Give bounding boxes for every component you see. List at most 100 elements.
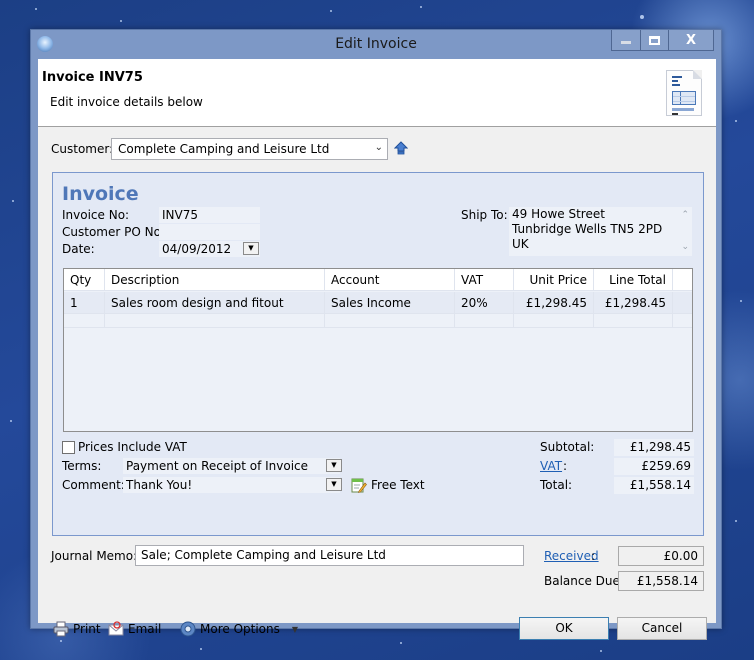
star	[420, 6, 422, 8]
title-bar[interactable]: Edit Invoice X	[31, 30, 721, 59]
invoice-heading: Invoice	[62, 183, 139, 205]
grid-header-row: Qty Description Account VAT Unit Price L…	[64, 269, 692, 291]
edit-invoice-window: Edit Invoice X Invoice INV75 Edit invoic…	[30, 29, 722, 640]
doc-line	[672, 113, 678, 115]
page-subtitle: Edit invoice details below	[50, 95, 203, 109]
maximize-button[interactable]	[640, 30, 668, 50]
doc-line	[672, 80, 678, 82]
cell-empty[interactable]	[514, 314, 594, 327]
maximize-icon	[649, 35, 660, 45]
minimize-button[interactable]	[612, 30, 640, 50]
free-text-label: Free Text	[371, 478, 425, 492]
cancel-button[interactable]: Cancel	[617, 617, 707, 640]
column-header-qty[interactable]: Qty	[64, 269, 105, 290]
page-title: Invoice INV75	[42, 70, 143, 85]
cell-unit-price[interactable]: £1,298.45	[514, 292, 594, 313]
comment-label: Comment:	[62, 478, 125, 492]
invoice-no-field[interactable]: INV75	[159, 207, 260, 223]
ok-button[interactable]: OK	[519, 617, 609, 640]
table-row[interactable]: 1 Sales room design and fitout Sales Inc…	[64, 292, 692, 314]
received-value: £0.00	[618, 546, 704, 566]
ship-to-line: UK	[512, 237, 529, 251]
vat-link[interactable]: VAT	[540, 459, 562, 473]
prices-include-vat-checkbox[interactable]	[62, 441, 75, 454]
ship-to-label: Ship To:	[461, 208, 508, 222]
star	[120, 20, 122, 22]
comment-select[interactable]: Thank You!	[123, 477, 340, 493]
close-icon: X	[685, 32, 697, 48]
terms-label: Terms:	[62, 459, 102, 473]
star	[735, 520, 737, 522]
doc-grid	[672, 91, 696, 105]
total-value: £1,558.14	[614, 477, 694, 494]
cell-spacer	[673, 292, 692, 313]
subtotal-label: Subtotal:	[540, 440, 595, 454]
comment-dropdown-button[interactable]: ▼	[326, 478, 342, 491]
date-label: Date:	[62, 242, 95, 256]
cell-account[interactable]: Sales Income	[325, 292, 455, 313]
star	[640, 15, 644, 19]
customer-label: Customer:	[51, 142, 114, 156]
terms-dropdown-button[interactable]: ▼	[326, 459, 342, 472]
customer-po-field[interactable]	[159, 224, 260, 240]
email-button[interactable]: Email	[108, 621, 161, 637]
print-button[interactable]: Print	[53, 621, 101, 637]
ship-to-line: Tunbridge Wells TN5 2PD	[512, 222, 663, 236]
ship-to-line: 49 Howe Street	[512, 207, 605, 221]
printer-icon	[53, 621, 69, 637]
column-header-vat[interactable]: VAT	[455, 269, 514, 290]
notepad-pencil-icon	[351, 478, 367, 493]
line-items-grid: Qty Description Account VAT Unit Price L…	[63, 268, 693, 432]
date-value: 04/09/2012	[162, 242, 232, 256]
doc-line	[672, 76, 682, 78]
gear-icon	[180, 621, 196, 637]
journal-memo-input[interactable]: Sale; Complete Camping and Leisure Ltd	[135, 545, 524, 566]
up-arrow-icon[interactable]	[394, 141, 408, 155]
star	[35, 8, 37, 10]
comment-value: Thank You!	[126, 478, 193, 492]
doc-line	[672, 108, 694, 111]
more-options-button[interactable]: More Options ▼	[180, 621, 298, 637]
free-text-button[interactable]: Free Text	[351, 477, 425, 493]
column-header-account[interactable]: Account	[325, 269, 455, 290]
window-controls: X	[611, 30, 714, 51]
customer-po-label: Customer PO No:	[62, 225, 165, 239]
invoice-panel: Invoice Invoice No: INV75 Customer PO No…	[52, 172, 704, 536]
star	[735, 120, 737, 122]
cell-vat[interactable]: 20%	[455, 292, 514, 313]
scroll-down-icon[interactable]: ⌄	[681, 240, 689, 255]
terms-select[interactable]: Payment on Receipt of Invoice	[123, 458, 340, 474]
column-header-unit-price[interactable]: Unit Price	[514, 269, 594, 290]
cell-empty[interactable]	[64, 314, 105, 327]
cell-empty[interactable]	[594, 314, 673, 327]
cell-description[interactable]: Sales room design and fitout	[105, 292, 325, 313]
scroll-up-icon[interactable]: ⌃	[681, 208, 689, 223]
invoice-no-label: Invoice No:	[62, 208, 130, 222]
close-button[interactable]: X	[668, 30, 713, 50]
minimize-icon	[621, 41, 631, 44]
print-label: Print	[73, 622, 101, 636]
column-header-line-total[interactable]: Line Total	[594, 269, 673, 290]
doc-line	[672, 84, 680, 86]
table-row-empty[interactable]	[64, 314, 692, 328]
ship-to-textarea[interactable]: 49 Howe Street Tunbridge Wells TN5 2PD U…	[509, 207, 692, 256]
cell-spacer	[673, 314, 692, 327]
invoice-document-icon	[666, 70, 702, 116]
dropdown-arrow-icon: ▼	[331, 480, 337, 488]
prices-include-vat-label[interactable]: Prices Include VAT	[78, 440, 187, 454]
total-label: Total:	[540, 478, 573, 492]
customer-value: Complete Camping and Leisure Ltd	[118, 142, 330, 156]
email-envelope-icon	[108, 621, 124, 636]
star	[400, 642, 402, 644]
customer-select[interactable]: Complete Camping and Leisure Ltd ⌄	[111, 138, 388, 160]
star	[60, 640, 62, 642]
cell-empty[interactable]	[105, 314, 325, 327]
cell-empty[interactable]	[325, 314, 455, 327]
cell-qty[interactable]: 1	[64, 292, 105, 313]
balance-due-value: £1,558.14	[618, 571, 704, 591]
column-header-description[interactable]: Description	[105, 269, 325, 290]
cell-line-total[interactable]: £1,298.45	[594, 292, 673, 313]
column-header-spacer	[673, 269, 692, 290]
cell-empty[interactable]	[455, 314, 514, 327]
date-picker-button[interactable]: ▼	[243, 242, 259, 255]
